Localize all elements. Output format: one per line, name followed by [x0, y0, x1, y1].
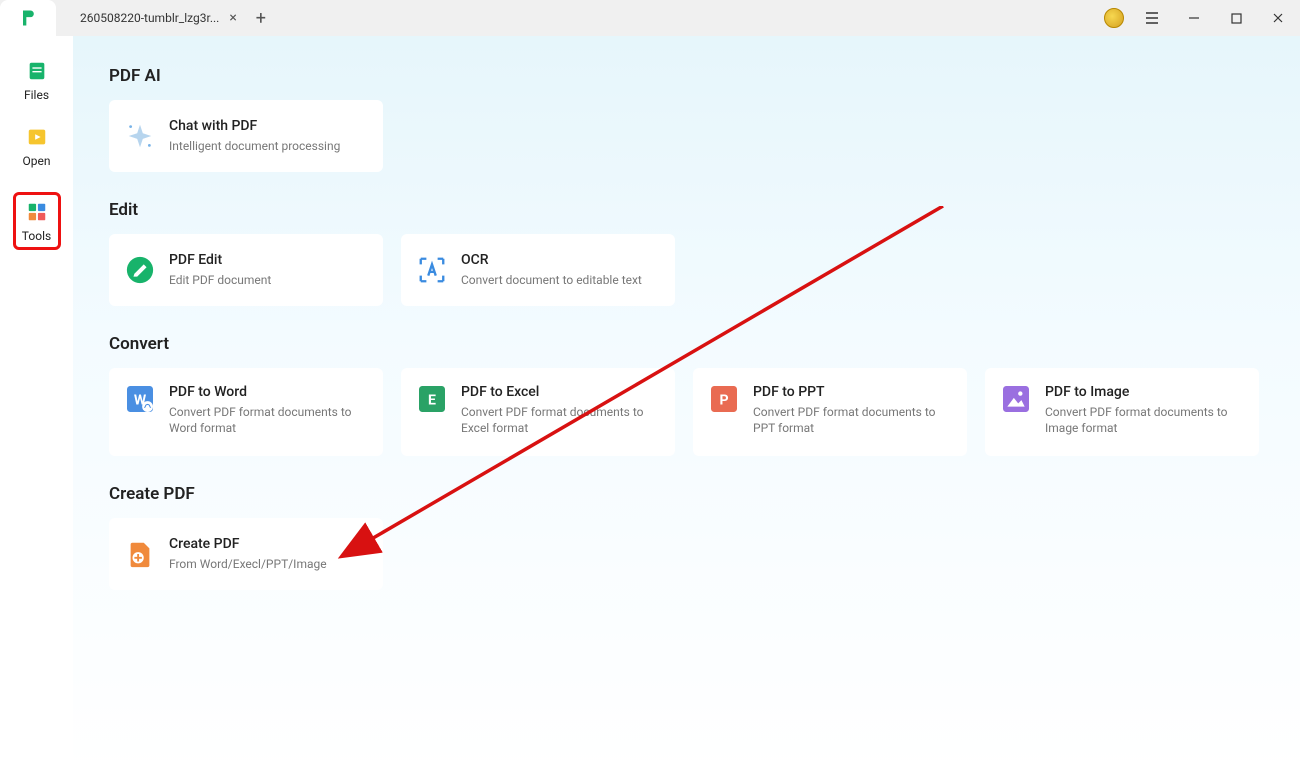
ppt-icon: P	[709, 384, 739, 414]
section-pdf-ai: PDF AI Chat with PDF Intelligent documen…	[109, 66, 1264, 172]
card-pdf-edit[interactable]: PDF Edit Edit PDF document	[109, 234, 383, 306]
card-title: PDF to PPT	[753, 384, 951, 400]
close-icon	[1272, 12, 1284, 24]
card-desc: Convert PDF format documents to Image fo…	[1045, 404, 1243, 436]
card-ocr[interactable]: OCR Convert document to editable text	[401, 234, 675, 306]
document-tab[interactable]: 260508220-tumblr_lzg3r... ×	[56, 0, 247, 36]
section-edit: Edit PDF Edit Edit PDF document	[109, 200, 1264, 306]
titlebar: 260508220-tumblr_lzg3r... × +	[0, 0, 1300, 36]
word-icon: W	[125, 384, 155, 414]
card-create-pdf[interactable]: Create PDF From Word/Execl/PPT/Image	[109, 518, 383, 590]
card-title: Chat with PDF	[169, 118, 340, 134]
new-tab-button[interactable]: +	[247, 8, 275, 29]
app-logo-icon	[18, 8, 38, 28]
card-pdf-to-word[interactable]: W PDF to Word Convert PDF format documen…	[109, 368, 383, 456]
card-title: PDF to Excel	[461, 384, 659, 400]
card-pdf-to-image[interactable]: PDF to Image Convert PDF format document…	[985, 368, 1259, 456]
card-title: PDF to Word	[169, 384, 367, 400]
card-desc: Convert document to editable text	[461, 272, 642, 288]
section-title-create: Create PDF	[109, 484, 1264, 504]
maximize-icon	[1231, 13, 1242, 24]
image-icon	[1001, 384, 1031, 414]
ocr-icon	[417, 255, 447, 285]
hamburger-icon	[1144, 10, 1160, 26]
menu-button[interactable]	[1138, 4, 1166, 32]
sidebar-item-open[interactable]: Open	[13, 126, 61, 168]
minimize-icon	[1188, 12, 1200, 24]
card-chat-with-pdf[interactable]: Chat with PDF Intelligent document proce…	[109, 100, 383, 172]
sidebar-label-files: Files	[24, 88, 49, 102]
card-desc: Intelligent document processing	[169, 138, 340, 154]
files-icon	[26, 60, 48, 82]
sidebar-label-open: Open	[23, 154, 51, 168]
svg-text:P: P	[719, 392, 728, 408]
section-create-pdf: Create PDF Create PDF From Word/Execl/PP…	[109, 484, 1264, 590]
section-convert: Convert W PDF to Word Convert PDF format…	[109, 334, 1264, 456]
section-title-pdf-ai: PDF AI	[109, 66, 1264, 86]
card-desc: Convert PDF format documents to PPT form…	[753, 404, 951, 436]
card-desc: Convert PDF format documents to Excel fo…	[461, 404, 659, 436]
card-pdf-to-excel[interactable]: E PDF to Excel Convert PDF format docume…	[401, 368, 675, 456]
svg-text:E: E	[428, 392, 436, 408]
card-desc: Edit PDF document	[169, 272, 271, 288]
card-title: OCR	[461, 252, 642, 268]
section-title-edit: Edit	[109, 200, 1264, 220]
tools-icon	[26, 201, 48, 223]
card-desc: Convert PDF format documents to Word for…	[169, 404, 367, 436]
app-logo[interactable]	[0, 0, 56, 36]
card-desc: From Word/Execl/PPT/Image	[169, 556, 327, 572]
minimize-button[interactable]	[1180, 4, 1208, 32]
card-title: Create PDF	[169, 536, 327, 552]
close-tab-icon[interactable]: ×	[229, 10, 236, 26]
section-title-convert: Convert	[109, 334, 1264, 354]
open-icon	[26, 126, 48, 148]
ai-sparkle-icon	[125, 121, 155, 151]
sidebar-item-files[interactable]: Files	[13, 60, 61, 102]
sidebar-item-tools[interactable]: Tools	[13, 192, 61, 250]
tab-title: 260508220-tumblr_lzg3r...	[80, 11, 219, 25]
card-title: PDF Edit	[169, 252, 271, 268]
card-pdf-to-ppt[interactable]: P PDF to PPT Convert PDF format document…	[693, 368, 967, 456]
maximize-button[interactable]	[1222, 4, 1250, 32]
create-pdf-icon	[125, 539, 155, 569]
close-window-button[interactable]	[1264, 4, 1292, 32]
sidebar-label-tools: Tools	[22, 229, 51, 243]
sidebar: Files Open Tools	[0, 36, 73, 771]
excel-icon: E	[417, 384, 447, 414]
pdf-edit-icon	[125, 255, 155, 285]
card-title: PDF to Image	[1045, 384, 1243, 400]
titlebar-right	[1104, 4, 1300, 32]
main-content: PDF AI Chat with PDF Intelligent documen…	[73, 36, 1300, 771]
profile-avatar[interactable]	[1104, 8, 1124, 28]
